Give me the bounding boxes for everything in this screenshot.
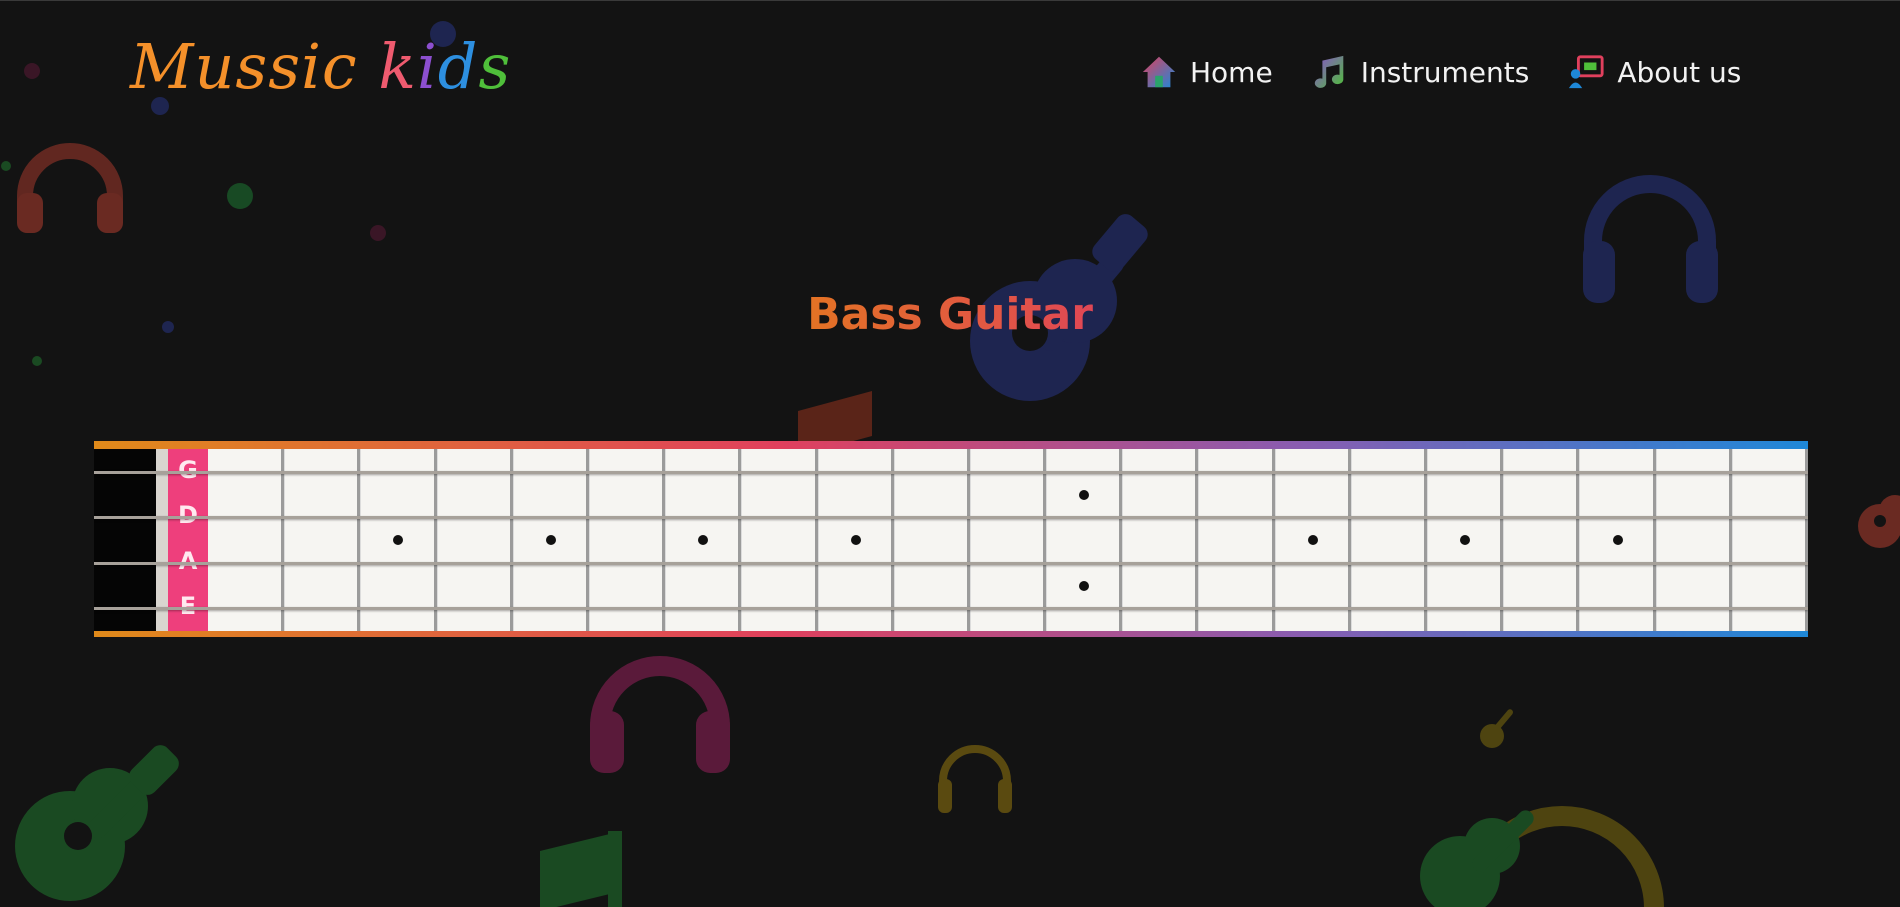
headphones-icon: [17, 193, 43, 233]
fret-marker: [545, 535, 556, 545]
guitar-icon: [1420, 810, 1534, 907]
fret-wire: [1500, 449, 1504, 631]
logo-letter: u: [194, 30, 236, 103]
fret-wire: [1576, 449, 1580, 631]
headphones-icon: [939, 745, 1011, 791]
logo-letter: s: [478, 30, 512, 103]
presentation-icon: [1569, 55, 1604, 89]
fret-wire: [1195, 449, 1199, 631]
music-note-icon: [540, 831, 622, 907]
home-icon: [1142, 56, 1176, 88]
fret-wire: [281, 449, 285, 631]
fret-wire: [890, 449, 894, 631]
fret-wire: [1347, 449, 1351, 631]
page-title: Bass Guitar: [0, 289, 1900, 340]
fret-wire: [1119, 449, 1123, 631]
fret-marker: [1612, 535, 1623, 545]
nav-instruments-label: Instruments: [1360, 55, 1530, 89]
guitar-icon: [15, 745, 179, 901]
string-G[interactable]: [94, 470, 1808, 474]
fret-wire: [585, 449, 589, 631]
string-E[interactable]: [94, 607, 1808, 611]
dot-decoration: [1, 161, 11, 171]
dot-decoration: [370, 225, 386, 241]
string-label-G: G: [178, 455, 198, 484]
dot-decoration: [24, 63, 40, 79]
nav-about[interactable]: About us: [1567, 53, 1741, 91]
nav-home[interactable]: Home: [1140, 53, 1273, 91]
bass-fretboard[interactable]: GDAE: [94, 441, 1808, 637]
string-D[interactable]: [94, 516, 1808, 520]
fret-wire: [1728, 449, 1732, 631]
logo-letter: k: [378, 30, 417, 103]
fret-marker: [1307, 535, 1318, 545]
main-nav: Home Instruments About us: [1140, 53, 1741, 91]
headphones-icon: [590, 711, 624, 773]
fret-marker: [698, 535, 709, 545]
dot-decoration: [227, 183, 253, 209]
string-label-E: E: [179, 592, 197, 621]
guitar-icon: [1480, 709, 1513, 748]
fret-marker: [850, 535, 861, 545]
logo-letter: i: [416, 30, 438, 103]
fret-marker: [393, 535, 404, 545]
fret-marker: [1079, 489, 1090, 500]
music-note-icon: [1314, 55, 1343, 88]
nav-instruments[interactable]: Instruments: [1311, 53, 1530, 91]
fret-wire: [814, 449, 818, 631]
logo-letter: d: [437, 30, 479, 103]
nav-about-label: About us: [1617, 55, 1742, 89]
logo-letter: i: [301, 30, 322, 103]
logo-letter: s: [268, 30, 302, 103]
fret-wire: [1424, 449, 1428, 631]
site-logo[interactable]: Mussic kids: [130, 29, 511, 105]
fret-marker: [1079, 580, 1090, 591]
headstock: [94, 449, 156, 631]
fret-wire: [966, 449, 970, 631]
headphones-icon: [938, 779, 952, 813]
fret-area[interactable]: [208, 449, 1808, 631]
fret-wire: [1805, 449, 1808, 631]
headphones-icon: [998, 779, 1012, 813]
fret-wire: [1652, 449, 1656, 631]
headphones-icon: [696, 711, 730, 773]
fret-wire: [1043, 449, 1047, 631]
logo-letter: c: [321, 30, 358, 103]
fret-marker: [1460, 535, 1471, 545]
nut: [156, 449, 168, 631]
fret-wire: [357, 449, 361, 631]
string-labels: GDAE: [168, 449, 208, 631]
fret-wire: [662, 449, 666, 631]
string-A[interactable]: [94, 561, 1808, 565]
fret-wire: [509, 449, 513, 631]
logo-letter: M: [130, 30, 195, 103]
logo-letter: [358, 29, 379, 105]
string-label-A: A: [178, 546, 198, 575]
logo-letter: s: [235, 30, 269, 103]
fret-wire: [738, 449, 742, 631]
string-label-D: D: [178, 501, 198, 530]
dot-decoration: [32, 356, 42, 366]
fret-wire: [1271, 449, 1275, 631]
fret-wire: [433, 449, 437, 631]
headphones-icon: [97, 193, 123, 233]
nav-home-label: Home: [1190, 55, 1273, 89]
